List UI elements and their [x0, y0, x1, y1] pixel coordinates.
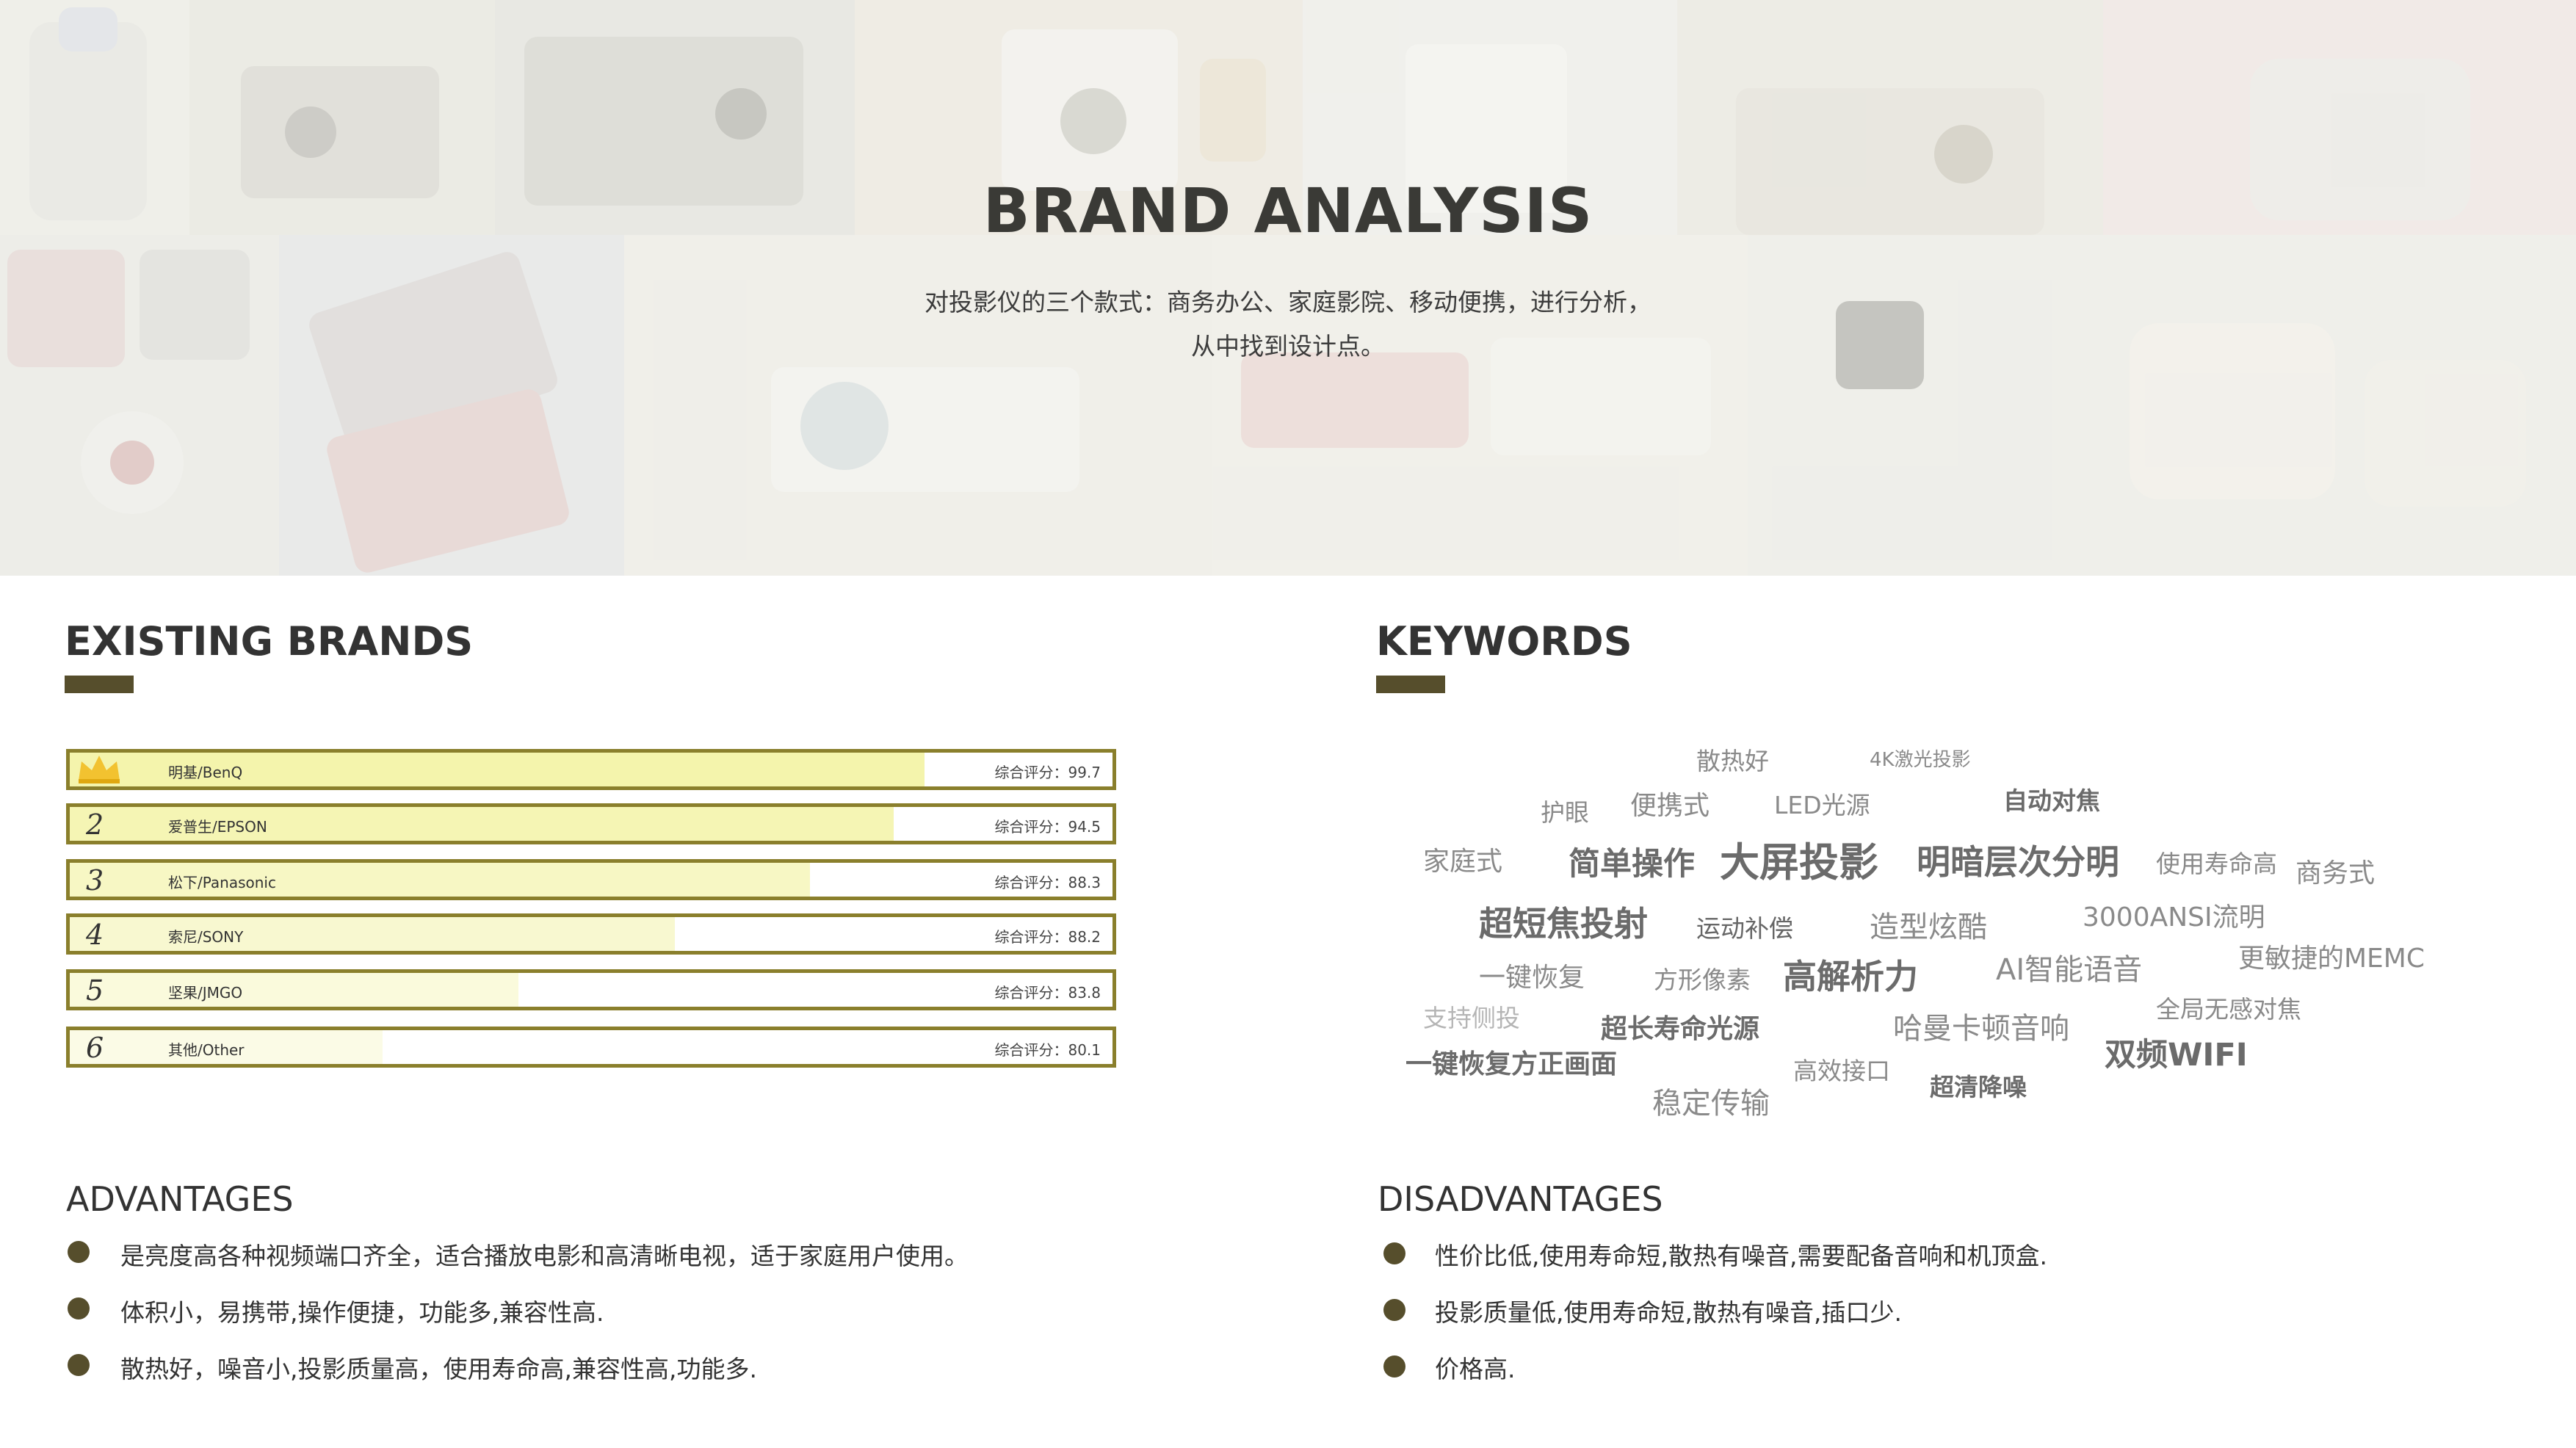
keyword: 商务式 — [2295, 858, 2376, 888]
bullet-icon — [1383, 1355, 1405, 1378]
bullet-icon — [68, 1297, 90, 1320]
brand-row: 明基/BenQ 综合评分：99.7 — [66, 749, 1116, 790]
brand-row: 4 索尼/SONY 综合评分：88.2 — [66, 913, 1116, 955]
keyword: 大屏投影 — [1720, 839, 1878, 886]
keywords-title: KEYWORDS — [1376, 618, 1632, 665]
page-subtitle: 对投影仪的三个款式：商务办公、家庭影院、移动便携，进行分析， 从中找到设计点。 — [925, 288, 1651, 361]
keyword: 运动补偿 — [1696, 914, 1793, 943]
brand-score: 综合评分：83.8 — [994, 984, 1101, 1002]
brand-score: 综合评分：88.2 — [994, 928, 1101, 946]
keyword: 超短焦投射 — [1479, 904, 1648, 944]
keyword: 便携式 — [1630, 791, 1710, 821]
brand-score: 综合评分：80.1 — [994, 1041, 1101, 1059]
keyword: 超长寿命光源 — [1601, 1014, 1760, 1044]
brand-name: 爱普生/EPSON — [168, 818, 267, 836]
advantage-item: 散热好，噪音小,投影质量高，使用寿命高,兼容性高,功能多. — [120, 1355, 757, 1383]
brand-name: 坚果/JMGO — [168, 984, 243, 1002]
section-underline — [65, 676, 134, 693]
existing-brands-title: EXISTING BRANDS — [65, 618, 474, 665]
bullet-icon — [1383, 1242, 1405, 1264]
keyword: 更敏捷的MEMC — [2238, 944, 2425, 974]
keyword: 散热好 — [1696, 747, 1769, 775]
disadvantage-item: 性价比低,使用寿命短,散热有噪音,需要配备音响和机顶盒. — [1435, 1242, 2047, 1270]
bullet-icon — [1383, 1299, 1405, 1321]
brand-score: 综合评分：99.7 — [994, 764, 1101, 781]
keyword: 全局无感对焦 — [2156, 995, 2301, 1024]
brand-score: 综合评分：94.5 — [994, 818, 1101, 836]
brand-rank: 5 — [86, 974, 104, 1007]
brand-row: 2 爱普生/EPSON 综合评分：94.5 — [66, 803, 1116, 844]
keyword: 使用寿命高 — [2156, 850, 2277, 878]
brand-score: 综合评分：88.3 — [994, 874, 1101, 891]
keyword: 方形像素 — [1654, 966, 1751, 994]
keyword: 一键恢复 — [1479, 963, 1585, 993]
keyword: 高效接口 — [1793, 1057, 1890, 1085]
brand-row: 5 坚果/JMGO 综合评分：83.8 — [66, 969, 1116, 1010]
advantage-item: 体积小，易携带,操作便捷，功能多,兼容性高. — [120, 1298, 604, 1327]
crown-icon — [79, 756, 120, 783]
disadvantage-item: 投影质量低,使用寿命短,散热有噪音,插口少. — [1435, 1298, 1902, 1327]
keyword: 高解析力 — [1783, 957, 1918, 996]
advantage-item: 是亮度高各种视频端口齐全，适合播放电影和高清晰电视，适于家庭用户使用。 — [120, 1242, 969, 1270]
advantages-title: ADVANTAGES — [66, 1179, 294, 1219]
brand-rank: 3 — [86, 864, 104, 897]
keyword: AI智能语音 — [1996, 953, 2143, 987]
brand-rank: 4 — [86, 919, 104, 951]
hero-banner: BRAND ANALYSIS 对投影仪的三个款式：商务办公、家庭影院、移动便携，… — [0, 0, 2576, 576]
brand-score-bar — [70, 973, 518, 1007]
keyword: 超清降噪 — [1930, 1073, 2027, 1101]
keyword: 一键恢复方正画面 — [1405, 1049, 1618, 1079]
disadvantages-title: DISADVANTAGES — [1378, 1179, 1663, 1219]
keyword: 护眼 — [1541, 798, 1589, 827]
keyword: 造型炫酷 — [1870, 911, 1987, 944]
brand-score-bar — [70, 917, 675, 951]
section-underline — [1376, 676, 1445, 693]
brand-name: 其他/Other — [168, 1041, 245, 1059]
keyword: 4K激光投影 — [1870, 749, 1971, 771]
keyword: 家庭式 — [1423, 847, 1503, 877]
brand-name: 明基/BenQ — [168, 764, 243, 781]
keyword: 自动对焦 — [2003, 786, 2100, 815]
keyword: 明暗层次分明 — [1917, 842, 2119, 882]
keyword: 支持侧投 — [1423, 1004, 1520, 1032]
keyword: LED光源 — [1774, 791, 1870, 819]
brand-name: 松下/Panasonic — [168, 874, 276, 891]
keyword: 简单操作 — [1569, 846, 1695, 883]
keyword: 双频WIFI — [2105, 1037, 2248, 1074]
keyword: 稳定传输 — [1652, 1087, 1770, 1121]
keyword: 3000ANSI流明 — [2083, 902, 2265, 933]
brand-rank: 6 — [86, 1032, 104, 1064]
keyword: 哈曼卡顿音响 — [1893, 1012, 2069, 1046]
brand-row: 3 松下/Panasonic 综合评分：88.3 — [66, 859, 1116, 900]
bullet-icon — [68, 1354, 90, 1376]
disadvantage-item: 价格高. — [1435, 1355, 1516, 1383]
page-title: BRAND ANALYSIS — [983, 175, 1593, 247]
brand-name: 索尼/SONY — [168, 928, 244, 946]
brand-row: 6 其他/Other 综合评分：80.1 — [66, 1027, 1116, 1068]
bullet-icon — [68, 1241, 90, 1263]
brand-rank: 2 — [86, 808, 104, 841]
